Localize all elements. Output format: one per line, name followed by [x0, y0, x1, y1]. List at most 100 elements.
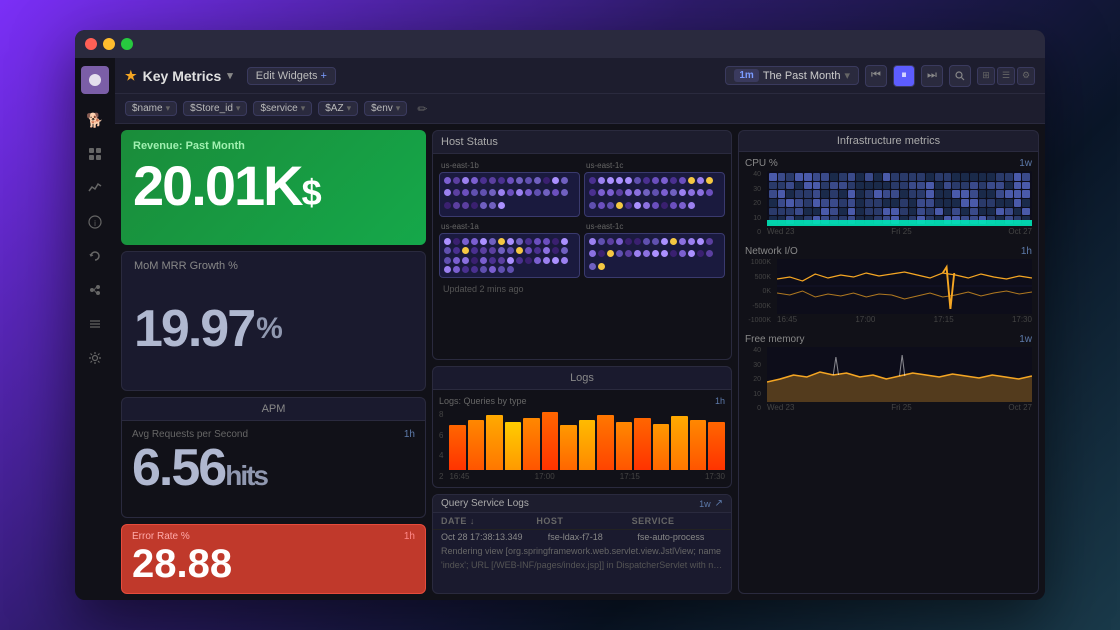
cpu-cell: [935, 173, 943, 181]
sidebar-item-refresh[interactable]: [81, 242, 109, 270]
host-dot: [480, 247, 487, 254]
time-selector[interactable]: 1m The Past Month ▾: [725, 66, 859, 85]
host-dot: [516, 247, 523, 254]
col-host: HOST: [536, 516, 627, 526]
search-button[interactable]: [949, 65, 971, 87]
bar-chart-bar: [449, 425, 466, 470]
cpu-cell: [883, 182, 891, 190]
edit-widgets-button[interactable]: Edit Widgets +: [247, 67, 336, 85]
cpu-x-axis: Wed 23 Fri 25 Oct 27: [767, 227, 1032, 236]
host-dot: [471, 266, 478, 273]
host-dot: [652, 177, 659, 184]
sidebar-item-info[interactable]: i: [81, 208, 109, 236]
host-dot: [453, 247, 460, 254]
host-dot: [552, 257, 559, 264]
bar-chart-bar: [653, 424, 670, 470]
mom-widget: MoM MRR Growth % 19.97%: [121, 251, 426, 391]
cpu-cell: [1014, 173, 1022, 181]
cpu-teal-bar: [767, 220, 1032, 226]
app-logo[interactable]: [81, 66, 109, 94]
host-dot: [471, 202, 478, 209]
cpu-cell: [786, 190, 794, 198]
host-dot: [462, 177, 469, 184]
minimize-button[interactable]: [103, 38, 115, 50]
host-dot: [453, 177, 460, 184]
host-dot: [444, 202, 451, 209]
cpu-cell: [848, 190, 856, 198]
close-button[interactable]: [85, 38, 97, 50]
list-view-button[interactable]: ☰: [997, 67, 1015, 85]
cpu-cell: [970, 208, 978, 216]
host-dot: [498, 202, 505, 209]
cpu-cell: [883, 199, 891, 207]
host-dot: [561, 238, 568, 245]
network-label-text: Network I/O: [745, 246, 798, 257]
sidebar-item-integrations[interactable]: [81, 276, 109, 304]
cpu-cell: [944, 208, 952, 216]
sidebar-item-dashboard[interactable]: [81, 140, 109, 168]
host-dot: [634, 202, 641, 209]
grid-view-button[interactable]: ⊞: [977, 67, 995, 85]
cpu-cell: [778, 173, 786, 181]
cpu-cell: [865, 173, 873, 181]
host-dot: [444, 247, 451, 254]
host-grid-row-2: us-east-1a us-east-1c: [439, 221, 725, 278]
host-dot: [607, 177, 614, 184]
filter-env-chevron-icon: ▾: [396, 103, 401, 114]
apm-time-range: 1h: [404, 429, 415, 440]
cpu-row: [769, 173, 1030, 181]
settings-view-button[interactable]: ⚙: [1017, 67, 1035, 85]
host-dot: [598, 177, 605, 184]
filter-service[interactable]: $service ▾: [253, 101, 312, 116]
filter-edit-icon[interactable]: ✏: [417, 102, 427, 116]
filter-az[interactable]: $AZ ▾: [318, 101, 358, 116]
host-dot: [679, 202, 686, 209]
host-dot: [534, 257, 541, 264]
external-link-icon[interactable]: ↗: [715, 498, 723, 509]
filter-env[interactable]: $env ▾: [364, 101, 407, 116]
pause-button[interactable]: ⏸: [893, 65, 915, 87]
host-updated-label: Updated 2 mins ago: [439, 282, 725, 296]
host-dot: [525, 238, 532, 245]
host-dot: [534, 247, 541, 254]
next-button[interactable]: ⏭: [921, 65, 943, 87]
prev-button[interactable]: ⏮: [865, 65, 887, 87]
host-dot: [643, 202, 650, 209]
cpu-label: CPU % 1w: [745, 158, 1032, 169]
cpu-cell: [944, 190, 952, 198]
error-value: 28.88: [132, 544, 415, 584]
maximize-button[interactable]: [121, 38, 133, 50]
cpu-cell: [856, 208, 864, 216]
host-dot: [462, 266, 469, 273]
sidebar-item-list[interactable]: [81, 310, 109, 338]
cpu-cell: [961, 182, 969, 190]
cpu-cell: [778, 199, 786, 207]
host-dot: [525, 189, 532, 196]
host-dot: [634, 250, 641, 257]
cpu-cell: [874, 199, 882, 207]
host-dot: [679, 189, 686, 196]
host-dot: [589, 238, 596, 245]
cpu-cell: [979, 182, 987, 190]
filter-name[interactable]: $name ▾: [125, 101, 177, 116]
cpu-cell: [839, 190, 847, 198]
sidebar-item-metrics[interactable]: [81, 174, 109, 202]
host-dot: [625, 238, 632, 245]
bar-chart-bar: [523, 418, 540, 470]
bar-chart-bar: [690, 420, 707, 470]
filter-store-id[interactable]: $Store_id ▾: [183, 101, 247, 116]
bar-chart-bar: [579, 420, 596, 470]
cpu-cell: [979, 208, 987, 216]
cpu-cell: [874, 173, 882, 181]
favorite-icon[interactable]: ★: [125, 68, 137, 84]
edit-widgets-label: Edit Widgets: [256, 70, 318, 82]
sidebar-item-dog[interactable]: 🐕: [81, 106, 109, 134]
cpu-cell: [935, 190, 943, 198]
host-dot: [489, 257, 496, 264]
filter-service-label: $service: [260, 103, 297, 114]
cpu-cell: [979, 173, 987, 181]
cpu-cell: [865, 199, 873, 207]
host-cluster-4: [584, 233, 725, 278]
cpu-cell: [970, 182, 978, 190]
sidebar-item-settings[interactable]: [81, 344, 109, 372]
